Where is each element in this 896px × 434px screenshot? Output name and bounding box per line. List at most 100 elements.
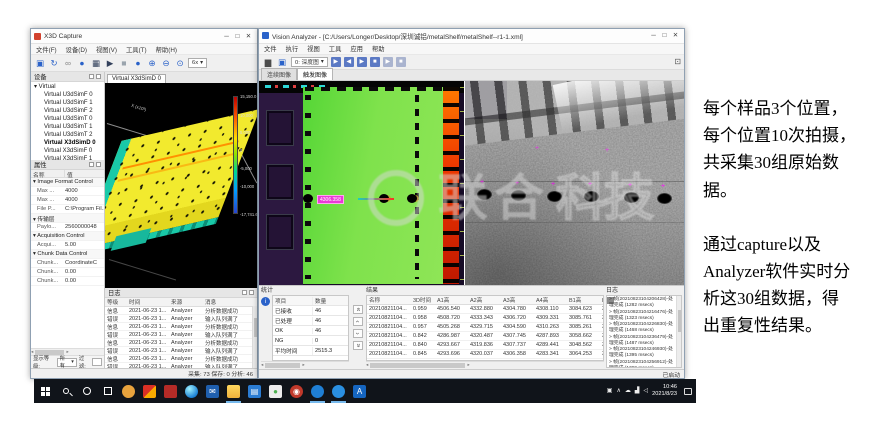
info-icon[interactable]: i <box>261 297 270 306</box>
zoom-out-icon[interactable]: ⊖ <box>160 57 172 69</box>
analyzer-menu-item[interactable]: 应用 <box>350 44 363 53</box>
app-white-icon[interactable]: ● <box>265 379 286 403</box>
minimize-button[interactable]: ─ <box>648 29 659 42</box>
taskbar-clock[interactable]: 10:46 2021/8/23 <box>652 384 677 397</box>
property-row[interactable]: Acqui...5.00 <box>31 241 104 250</box>
maximize-button[interactable]: □ <box>232 30 243 43</box>
device-tree-item[interactable]: Virtual X3dSimD 0 <box>31 139 104 147</box>
property-value[interactable]: 2560000048 <box>65 224 104 230</box>
results-scroll-button[interactable]: » <box>353 341 363 350</box>
property-value[interactable]: C:\Program Fil... <box>65 206 104 212</box>
save-icon[interactable]: ▣ <box>276 56 288 68</box>
x3d-menu-item[interactable]: 文件(F) <box>36 45 57 54</box>
stats-row[interactable]: NG0 <box>273 336 348 346</box>
results-hscrollbar[interactable]: ◂▸ <box>366 361 604 368</box>
x3d-menu-item[interactable]: 设备(D) <box>66 45 87 54</box>
panel-header-icons[interactable] <box>89 162 101 167</box>
property-row[interactable]: Chunk...0.00 <box>31 277 104 286</box>
results-row[interactable]: 20210821104...0.9594506.5404332.8804304.… <box>367 305 603 314</box>
results-column-header[interactable]: B2高 <box>600 296 604 304</box>
camera-icon[interactable]: ▦ <box>90 57 102 69</box>
stop-button[interactable]: ■ <box>370 57 380 67</box>
search-icon[interactable] <box>55 379 76 403</box>
panel-header-icons[interactable] <box>89 74 101 79</box>
record-video-icon[interactable]: ▶ <box>104 57 116 69</box>
analyzer-menu-item[interactable]: 执行 <box>286 44 299 53</box>
analyzer-menu-item[interactable]: 帮助 <box>372 44 385 53</box>
property-value[interactable]: 0.00 <box>65 278 104 284</box>
chevron-up-icon[interactable]: ∧ <box>616 388 620 394</box>
app-red-icon[interactable] <box>160 379 181 403</box>
viewport-tab[interactable]: Virtual X3dSimD 0 <box>107 74 166 83</box>
task-view-icon[interactable] <box>97 379 118 403</box>
device-tree-item[interactable]: Virtual X3dSimF 1 <box>31 155 104 160</box>
app-orange-icon[interactable] <box>118 379 139 403</box>
step-back-button[interactable]: ◀ <box>344 57 354 67</box>
property-row[interactable]: Max ...4000 <box>31 187 104 196</box>
x3d-menu-item[interactable]: 工具(T) <box>126 45 147 54</box>
x3d-menu-item[interactable]: 帮助(H) <box>156 45 177 54</box>
view-mode-select[interactable]: 0: 深度图 ▾ <box>291 57 328 67</box>
refresh-icon[interactable]: ↻ <box>48 57 60 69</box>
analyzer-menu-item[interactable]: 文件 <box>264 44 277 53</box>
results-column-header[interactable]: A3高 <box>501 296 534 304</box>
tab-连续图像[interactable]: 连续图像 <box>261 68 297 80</box>
x3d-menu-item[interactable]: 视图(V) <box>96 45 117 54</box>
property-section-row[interactable]: ▾ Image Format Control <box>31 178 104 187</box>
results-column-header[interactable]: B1高 <box>567 296 600 304</box>
maximize-button[interactable]: □ <box>659 29 670 42</box>
property-value[interactable]: CoordinateC <box>65 260 104 266</box>
close-button[interactable]: ✕ <box>670 29 681 42</box>
property-value[interactable]: 4000 <box>65 188 104 194</box>
device-tree-item[interactable]: Virtual U3dSimT 0 <box>31 115 104 123</box>
results-scroll-button[interactable]: › <box>353 329 363 338</box>
start-button[interactable] <box>34 379 55 403</box>
app-blue-1-icon[interactable] <box>307 379 328 403</box>
log-column-header[interactable]: 等级 <box>105 298 127 306</box>
device-tree-item[interactable]: Virtual U3dSimF 1 <box>31 99 104 107</box>
property-section-row[interactable]: ▾ Acquisition Control <box>31 232 104 241</box>
fit-view-icon[interactable]: ⊡ <box>674 57 681 66</box>
results-scroll-button[interactable]: « <box>353 305 363 314</box>
zoom-level-select[interactable]: 6x ▾ <box>188 58 207 68</box>
intensity-image-view[interactable]: + + + + + + + + <box>465 81 684 285</box>
analyzer-log-vscrollbar[interactable] <box>676 296 681 367</box>
open-icon[interactable]: ▆ <box>262 56 274 68</box>
close-button[interactable]: ✕ <box>243 30 254 43</box>
stats-row[interactable]: 已接收46 <box>273 306 348 316</box>
analyzer-titlebar[interactable]: Vision Analyzer - [C:/Users/Longer/Deskt… <box>259 29 684 44</box>
results-row[interactable]: 20210821104...0.8454293.6964320.0374306.… <box>367 350 603 359</box>
stats-hscrollbar[interactable]: ◂▸ <box>261 361 349 368</box>
filter-input[interactable] <box>92 358 102 366</box>
property-row[interactable]: Paylo...2560000048 <box>31 223 104 232</box>
property-row[interactable]: Max ...4000 <box>31 196 104 205</box>
app-person-icon[interactable]: ◉ <box>286 379 307 403</box>
onedrive-icon[interactable]: ☁ <box>625 388 631 394</box>
connect-icon[interactable]: ● <box>76 57 88 69</box>
log-row[interactable]: 错误2021-06-23 1...Analyzer输入队列满了 <box>105 363 257 368</box>
volume-icon[interactable]: ◁ <box>643 388 648 394</box>
results-row[interactable]: 20210821104...0.8424286.9874320.4874307.… <box>367 332 603 341</box>
halt-button[interactable]: ■ <box>396 57 406 67</box>
log-vscrollbar[interactable] <box>252 306 257 368</box>
property-section-row[interactable]: ▾ 传输层 <box>31 214 104 223</box>
panel-header-icons[interactable] <box>242 290 254 295</box>
app-blue-3-icon[interactable]: A <box>349 379 370 403</box>
file-explorer-icon[interactable] <box>223 379 244 403</box>
action-center-icon[interactable] <box>684 388 692 395</box>
property-row[interactable]: Chunk...CoordinateC <box>31 259 104 268</box>
3d-viewport[interactable]: X (x10³) Y (x10³) 15,150.010,0005,0000-5… <box>105 83 257 288</box>
device-tree-root[interactable]: ▾ Virtual <box>31 83 104 91</box>
analyzer-menu-item[interactable]: 视图 <box>307 44 320 53</box>
display-level-select[interactable]: 所有▾ <box>57 358 77 367</box>
app-flag-icon[interactable] <box>139 379 160 403</box>
results-column-header[interactable]: A1高 <box>435 296 468 304</box>
device-tree-item[interactable]: Virtual U3dSimF 0 <box>31 91 104 99</box>
property-value[interactable]: 0.00 <box>65 269 104 275</box>
device-tree-item[interactable]: Virtual U3dSimT 2 <box>31 131 104 139</box>
results-row[interactable]: 20210821104...0.9574505.2684329.7154304.… <box>367 323 603 332</box>
device-tree-item[interactable]: Virtual U3dSimF 2 <box>31 107 104 115</box>
run-button[interactable]: ▶ <box>331 57 341 67</box>
stats-row[interactable]: 已处理46 <box>273 316 348 326</box>
results-column-header[interactable]: 3D时间 <box>411 296 435 304</box>
